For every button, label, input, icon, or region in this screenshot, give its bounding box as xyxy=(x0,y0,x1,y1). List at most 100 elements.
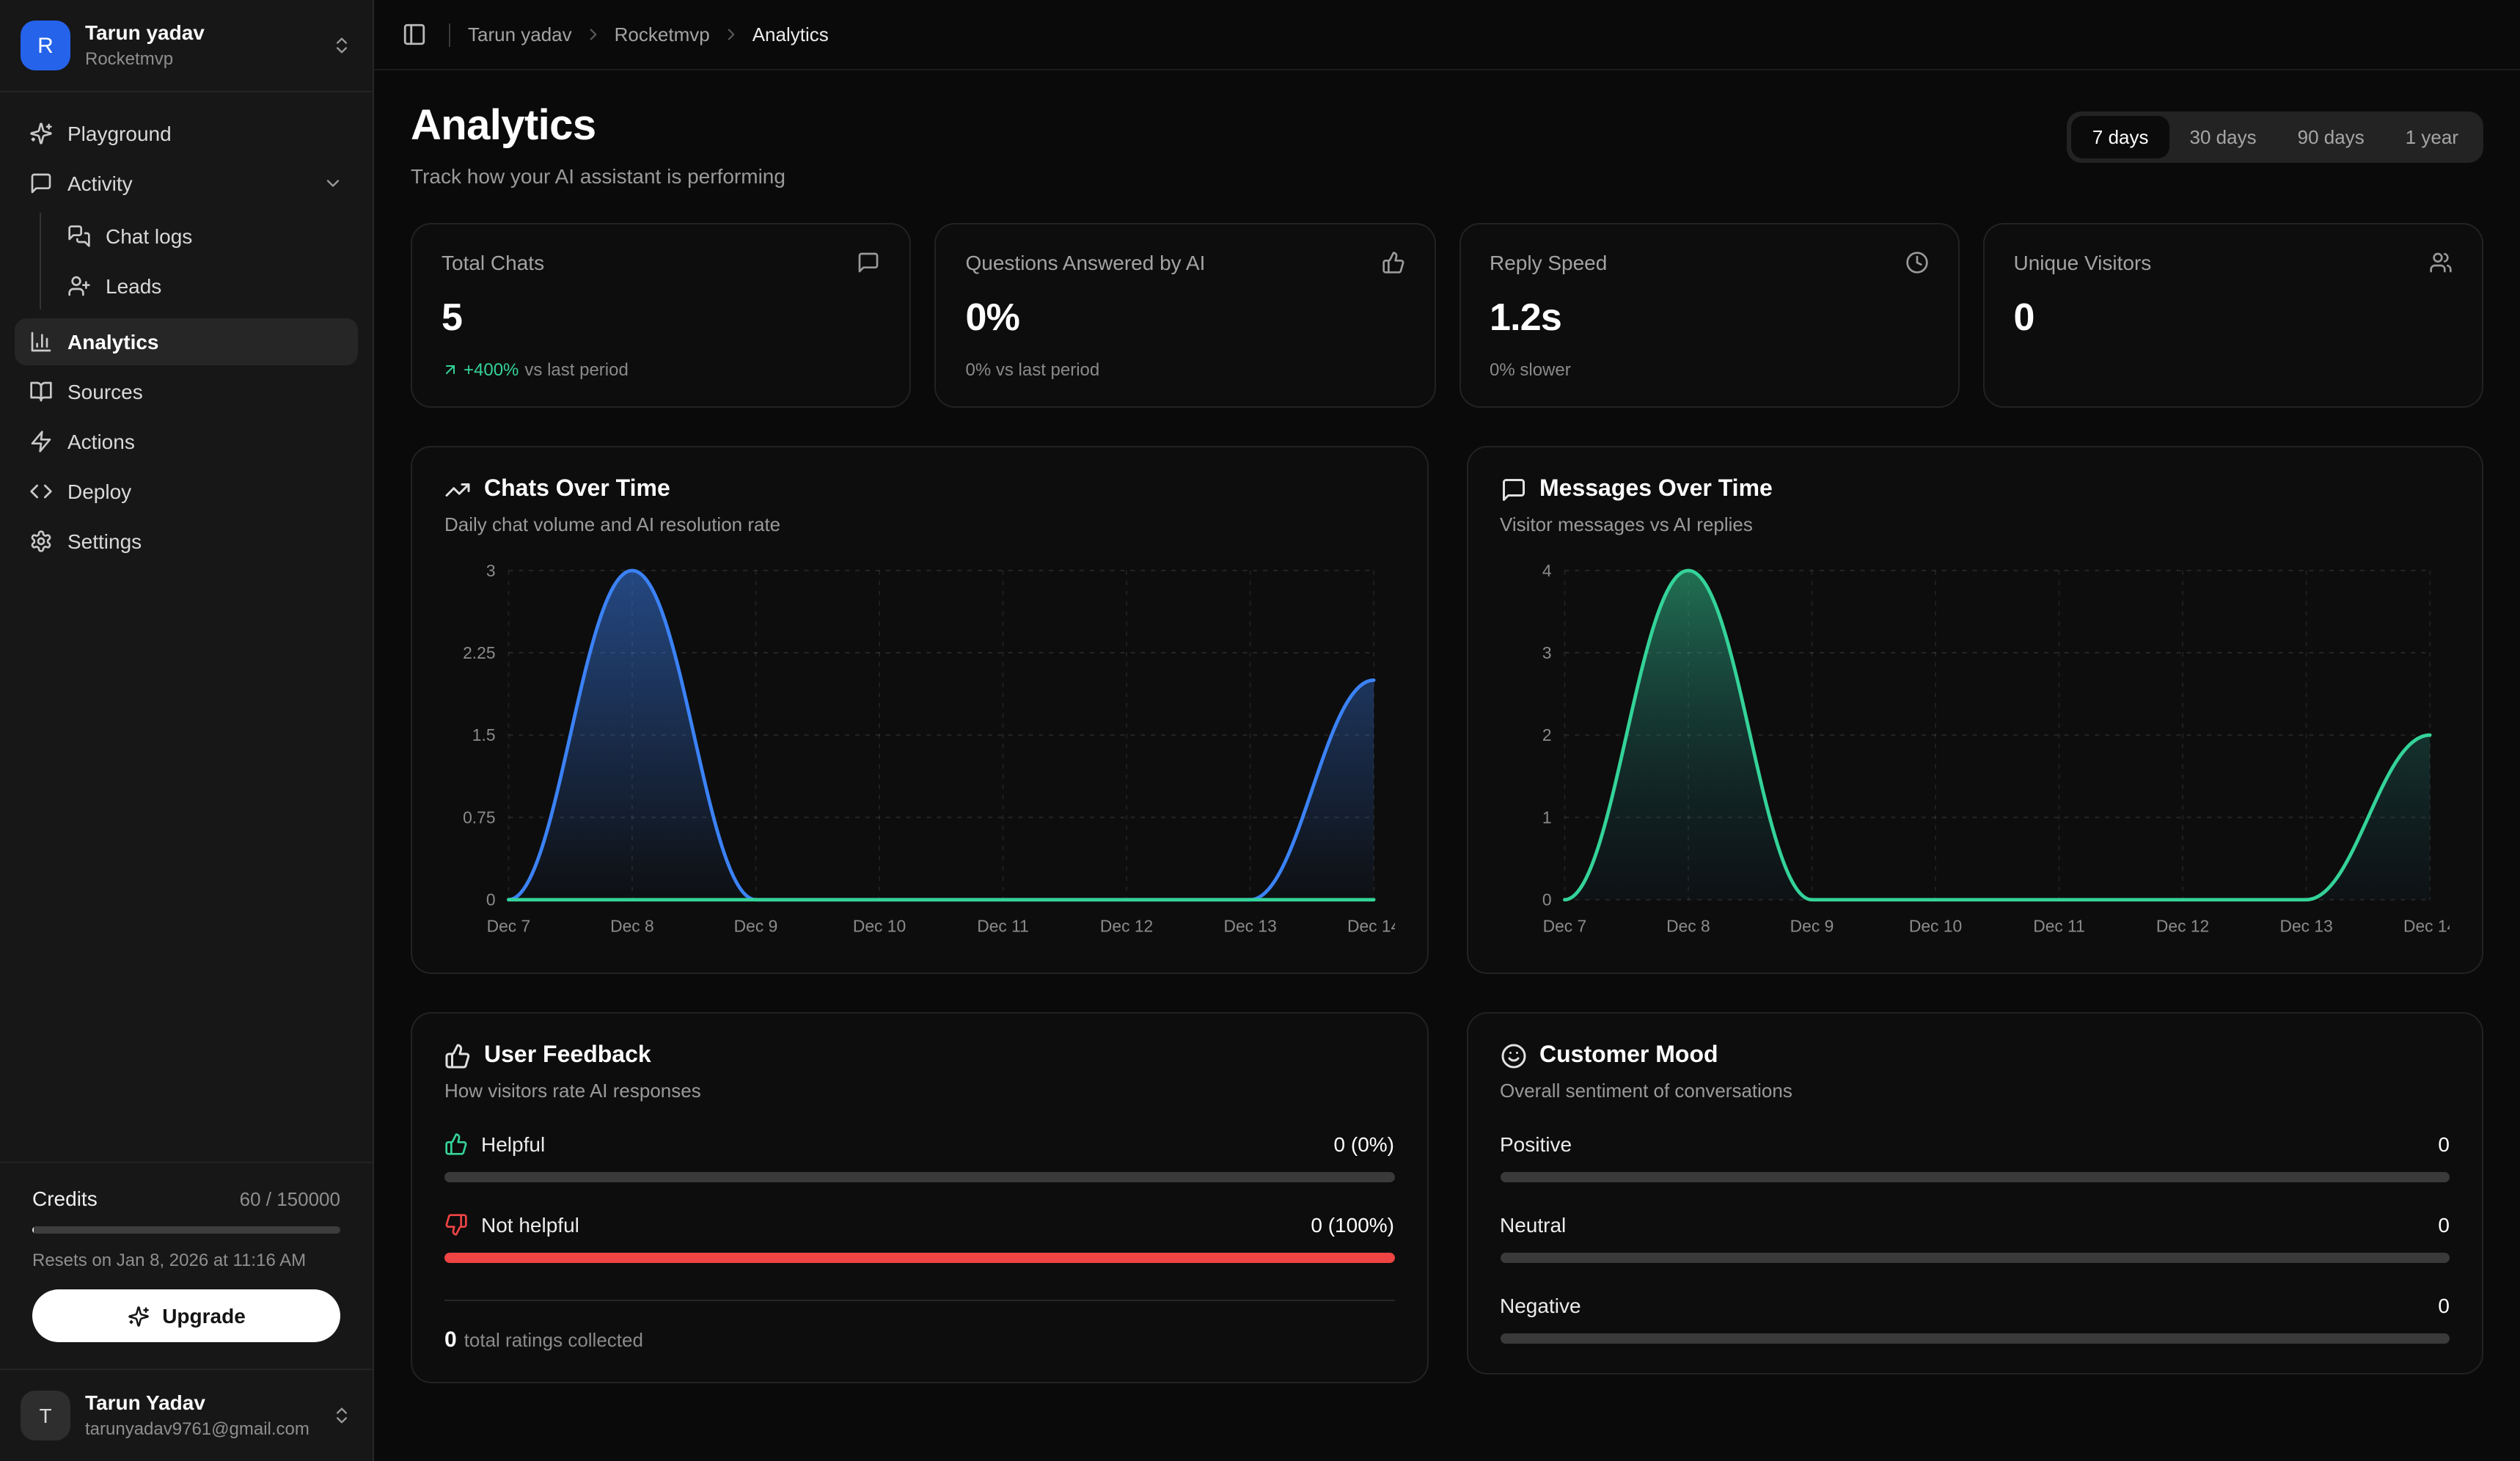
range-button-90-days[interactable]: 90 days xyxy=(2277,116,2385,158)
sidebar-item-playground[interactable]: Playground xyxy=(15,110,358,157)
sidebar-item-label: Actions xyxy=(67,430,135,453)
metric-label: Negative xyxy=(1500,1294,1581,1317)
credits-label: Credits xyxy=(32,1187,98,1210)
thumbs-down-icon xyxy=(444,1213,468,1237)
svg-text:1.5: 1.5 xyxy=(472,725,496,744)
chart-title: Chats Over Time xyxy=(484,477,670,503)
sidebar-item-leads[interactable]: Leads xyxy=(53,263,358,310)
feedback-total: 0 total ratings collected xyxy=(444,1328,1394,1352)
stat-card-reply-speed: Reply Speed1.2s0% slower xyxy=(1459,223,1960,408)
chevron-right-icon xyxy=(722,25,741,44)
stat-subtext: +400%vs last period xyxy=(442,358,881,380)
svg-text:0: 0 xyxy=(1542,890,1551,909)
stat-card-questions-answered-by-ai: Questions Answered by AI0%0% vs last per… xyxy=(935,223,1436,408)
arrow-up-right-icon xyxy=(442,360,459,378)
metric-value: 0 xyxy=(2438,1294,2450,1317)
chevrons-up-down-icon xyxy=(332,35,352,56)
stat-label: Reply Speed xyxy=(1490,251,1607,274)
sidebar-item-settings[interactable]: Settings xyxy=(15,518,358,565)
sparkles-icon xyxy=(127,1305,149,1327)
message-square-icon xyxy=(29,172,53,195)
range-button-7-days[interactable]: 7 days xyxy=(2072,116,2169,158)
range-switcher: 7 days30 days90 days1 year xyxy=(2067,111,2483,163)
workspace-name: Tarun yadav xyxy=(85,22,205,45)
svg-text:Dec 7: Dec 7 xyxy=(1542,916,1586,935)
sidebar-item-analytics[interactable]: Analytics xyxy=(15,318,358,365)
workspace-org: Rocketmvp xyxy=(85,48,205,69)
breadcrumb-item-tarun-yadav[interactable]: Tarun yadav xyxy=(468,23,572,45)
stat-subtext: 0% slower xyxy=(1490,358,1929,380)
svg-text:Dec 10: Dec 10 xyxy=(853,916,906,935)
sidebar-footer: Credits 60 / 150000 Resets on Jan 8, 202… xyxy=(0,1162,373,1461)
divider xyxy=(449,23,450,46)
messages-over-time-card: Messages Over TimeVisitor messages vs AI… xyxy=(1466,446,2483,974)
stat-value: 0% xyxy=(966,295,1405,340)
feedback-total-label: total ratings collected xyxy=(464,1329,643,1351)
chart-subtitle: Daily chat volume and AI resolution rate xyxy=(444,513,1394,535)
sidebar-toggle-button[interactable] xyxy=(398,18,431,51)
upgrade-button[interactable]: Upgrade xyxy=(32,1289,340,1342)
sidebar-item-sources[interactable]: Sources xyxy=(15,368,358,415)
sidebar-item-label: Deploy xyxy=(67,480,131,503)
credits-progress-bar xyxy=(32,1226,340,1234)
metric-label: Neutral xyxy=(1500,1213,1566,1237)
customer-mood-card: Customer Mood Overall sentiment of conve… xyxy=(1466,1012,2483,1374)
stat-value: 0 xyxy=(2014,295,2453,340)
bar-chart-icon xyxy=(29,330,53,354)
progress-track xyxy=(1500,1172,2450,1182)
sidebar-item-label: Chat logs xyxy=(106,224,192,248)
breadcrumb: Tarun yadav Rocketmvp Analytics xyxy=(468,23,829,45)
mood-rows: Positive0 Neutral 0Negative 0 xyxy=(1500,1132,2450,1344)
stat-card-unique-visitors: Unique Visitors0 xyxy=(1983,223,2484,408)
chart-title: Messages Over Time xyxy=(1539,477,1773,503)
sidebar-nav: Playground Activity Chat logs Leads Analytic… xyxy=(0,92,373,582)
user-menu[interactable]: T Tarun Yadav tarunyadav9761@gmail.com xyxy=(0,1369,373,1461)
progress-track xyxy=(1500,1253,2450,1263)
page-subtitle: Track how your AI assistant is performin… xyxy=(411,164,785,188)
svg-text:Dec 12: Dec 12 xyxy=(2155,916,2208,935)
sidebar-subitems: Chat logs Leads xyxy=(40,213,358,310)
svg-text:Dec 14: Dec 14 xyxy=(1347,916,1394,935)
credits-section: Credits 60 / 150000 Resets on Jan 8, 202… xyxy=(0,1162,373,1369)
breadcrumb-item-rocketmvp[interactable]: Rocketmvp xyxy=(615,23,710,45)
progress-track xyxy=(444,1172,1394,1182)
sidebar-item-label: Leads xyxy=(106,274,161,298)
sidebar-item-actions[interactable]: Actions xyxy=(15,418,358,465)
range-button-30-days[interactable]: 30 days xyxy=(2169,116,2277,158)
user-plus-icon xyxy=(67,274,91,298)
sidebar-item-label: Analytics xyxy=(67,330,159,354)
svg-text:4: 4 xyxy=(1542,561,1551,580)
breadcrumb-item-analytics[interactable]: Analytics xyxy=(752,23,829,45)
user-avatar: T xyxy=(21,1391,70,1440)
sidebar-item-label: Activity xyxy=(67,172,133,195)
metric-row-negative: Negative 0 xyxy=(1500,1294,2450,1344)
metric-value: 0 (100%) xyxy=(1311,1213,1394,1237)
svg-text:Dec 9: Dec 9 xyxy=(1790,916,1834,935)
metric-row-not-helpful: Not helpful0 (100%) xyxy=(444,1213,1394,1263)
progress-track xyxy=(1500,1333,2450,1344)
metric-label: Positive xyxy=(1500,1132,1572,1156)
feedback-rows: Helpful0 (0%) Not helpful0 (100%) xyxy=(444,1132,1394,1263)
metric-row-positive: Positive0 xyxy=(1500,1132,2450,1182)
stat-cards: Total Chats5+400%vs last periodQuestions… xyxy=(411,223,2483,408)
range-button-1-year[interactable]: 1 year xyxy=(2385,116,2479,158)
svg-text:3: 3 xyxy=(486,561,496,580)
svg-text:0: 0 xyxy=(486,890,496,909)
sidebar-item-activity[interactable]: Activity xyxy=(15,160,358,207)
mood-title: Customer Mood xyxy=(1539,1043,1718,1069)
sidebar-item-deploy[interactable]: Deploy xyxy=(15,468,358,515)
feedback-total-value: 0 xyxy=(444,1328,457,1352)
metric-row-helpful: Helpful0 (0%) xyxy=(444,1132,1394,1182)
svg-text:1: 1 xyxy=(1542,808,1551,827)
svg-text:0.75: 0.75 xyxy=(463,808,495,827)
stat-subtext: 0% vs last period xyxy=(966,358,1405,380)
users-icon xyxy=(2429,251,2453,274)
sidebar-item-chat-logs[interactable]: Chat logs xyxy=(53,213,358,260)
messages-over-time-chart: 01234Dec 7Dec 8Dec 9Dec 10Dec 11Dec 12De… xyxy=(1500,553,2450,943)
user-email: tarunyadav9761@gmail.com xyxy=(85,1418,309,1439)
chevron-down-icon xyxy=(323,173,343,194)
thumbs-up-icon xyxy=(1381,251,1404,274)
messages-square-icon xyxy=(67,224,91,248)
workspace-switcher[interactable]: R Tarun yadav Rocketmvp xyxy=(0,0,373,92)
stat-card-total-chats: Total Chats5+400%vs last period xyxy=(411,223,912,408)
